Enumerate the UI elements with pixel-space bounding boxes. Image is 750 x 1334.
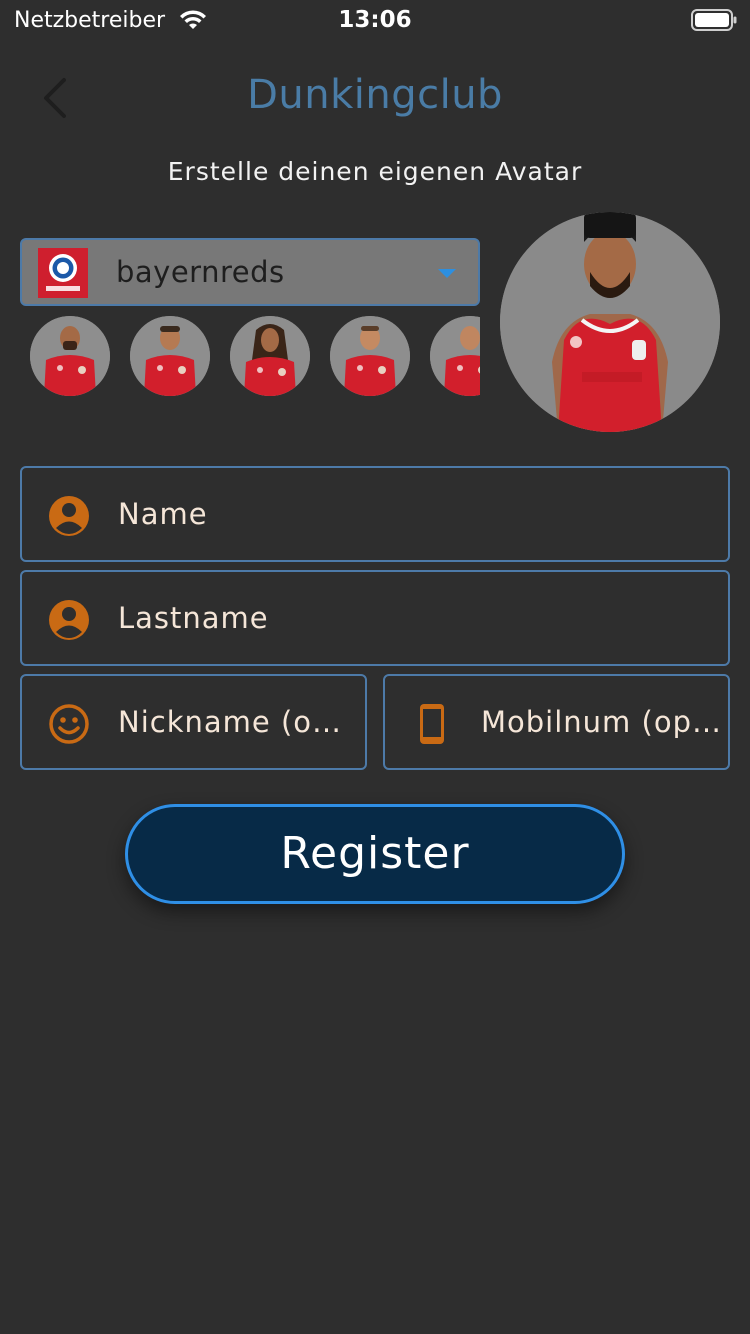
mobile-field[interactable]: Mobilnum (optional) [383, 674, 730, 770]
avatar-strip[interactable] [20, 316, 480, 398]
clock: 13:06 [338, 7, 412, 33]
team-select-value: bayernreds [116, 255, 285, 289]
phone-icon [420, 704, 444, 744]
avatar-option[interactable] [230, 316, 310, 396]
lastname-field[interactable]: Lastname [20, 570, 730, 666]
person-icon [49, 496, 89, 536]
avatar-option[interactable] [130, 316, 210, 396]
dropdown-arrow-icon [438, 269, 456, 278]
name-placeholder: Name [118, 497, 208, 531]
avatar-preview [500, 212, 720, 432]
battery-icon [691, 9, 737, 31]
subtitle: Erstelle deinen eigenen Avatar [167, 157, 583, 186]
mobile-placeholder: Mobilnum (optional) [481, 705, 721, 739]
smiley-icon [49, 704, 89, 744]
avatar-option[interactable] [30, 316, 110, 396]
status-bar: Netzbetreiber 13:06 [0, 0, 750, 40]
page-title: Dunkingclub [247, 72, 503, 118]
nickname-placeholder: Nickname (optional) [118, 705, 358, 739]
lastname-placeholder: Lastname [118, 601, 269, 635]
name-field[interactable]: Name [20, 466, 730, 562]
register-button[interactable]: Register [125, 804, 625, 904]
avatar-option[interactable] [430, 316, 480, 396]
person-icon [49, 600, 89, 640]
nickname-field[interactable]: Nickname (optional) [20, 674, 367, 770]
team-select-dropdown[interactable]: bayernreds [20, 238, 480, 306]
avatar-option[interactable] [330, 316, 410, 396]
team-logo [38, 248, 88, 298]
